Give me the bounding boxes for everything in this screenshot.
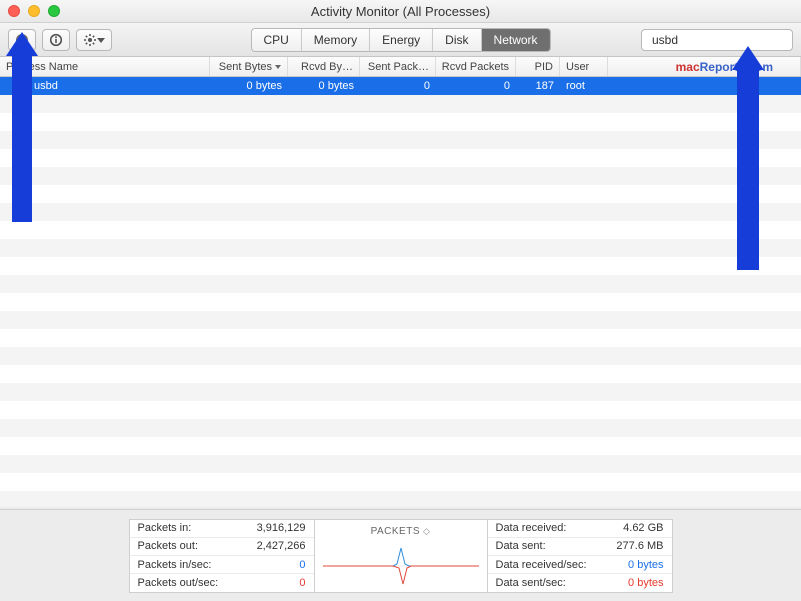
table-row[interactable]	[0, 347, 801, 365]
table-row[interactable]	[0, 95, 801, 113]
summary-row: Data received:4.62 GB	[488, 520, 672, 538]
table-row[interactable]	[0, 437, 801, 455]
table-row[interactable]	[0, 293, 801, 311]
table-row[interactable]	[0, 113, 801, 131]
summary-graph: PACKETS	[315, 519, 487, 593]
window-controls	[8, 5, 60, 17]
summary-row: Data received/sec:0 bytes	[488, 556, 672, 574]
close-window-button[interactable]	[8, 5, 20, 17]
annotation-arrow-right	[732, 46, 764, 270]
tab-disk[interactable]: Disk	[433, 29, 481, 51]
table-row[interactable]	[0, 239, 801, 257]
table-row[interactable]	[0, 401, 801, 419]
summary-row: Packets out/sec:0	[130, 574, 314, 591]
packets-sparkline	[323, 546, 479, 586]
table-row[interactable]	[0, 491, 801, 507]
column-rcvd-packets[interactable]: Rcvd Packets	[436, 57, 516, 76]
summary-row: Data sent:277.6 MB	[488, 538, 672, 556]
table-row[interactable]	[0, 473, 801, 491]
column-sent-packets[interactable]: Sent Pack…	[360, 57, 436, 76]
table-row[interactable]: usbd0 bytes0 bytes00187root	[0, 77, 801, 95]
graph-label[interactable]: PACKETS	[315, 520, 487, 537]
table-row[interactable]	[0, 365, 801, 383]
tab-network[interactable]: Network	[482, 29, 550, 51]
column-user[interactable]: User	[560, 57, 608, 76]
summary-row: Data sent/sec:0 bytes	[488, 574, 672, 591]
summary-row: Packets out:2,427,266	[130, 538, 314, 556]
table-row[interactable]	[0, 257, 801, 275]
table-row[interactable]	[0, 275, 801, 293]
tab-switcher: CPU Memory Energy Disk Network	[250, 28, 550, 52]
table-row[interactable]	[0, 383, 801, 401]
table-row[interactable]	[0, 167, 801, 185]
summary-left: Packets in:3,916,129Packets out:2,427,26…	[129, 519, 315, 593]
tab-energy[interactable]: Energy	[370, 29, 433, 51]
gear-icon	[83, 33, 97, 47]
table-row[interactable]	[0, 455, 801, 473]
table-row[interactable]	[0, 329, 801, 347]
tab-memory[interactable]: Memory	[302, 29, 370, 51]
table-row[interactable]	[0, 221, 801, 239]
toolbar: CPU Memory Energy Disk Network ✕	[0, 23, 801, 57]
annotation-arrow-left	[6, 32, 38, 222]
summary-row: Packets in:3,916,129	[130, 520, 314, 538]
table-row[interactable]	[0, 185, 801, 203]
summary-right: Data received:4.62 GBData sent:277.6 MBD…	[487, 519, 673, 593]
window-title: Activity Monitor (All Processes)	[311, 4, 490, 19]
table-row[interactable]	[0, 131, 801, 149]
summary-row: Packets in/sec:0	[130, 556, 314, 574]
column-rcvd-bytes[interactable]: Rcvd By…	[288, 57, 360, 76]
minimize-window-button[interactable]	[28, 5, 40, 17]
table-row[interactable]	[0, 149, 801, 167]
titlebar: Activity Monitor (All Processes)	[0, 0, 801, 23]
process-table[interactable]: usbd0 bytes0 bytes00187root	[0, 77, 801, 507]
summary-panel: Packets in:3,916,129Packets out:2,427,26…	[0, 509, 801, 601]
column-sent-bytes[interactable]: Sent Bytes	[210, 57, 288, 76]
info-button[interactable]	[42, 29, 70, 51]
tab-cpu[interactable]: CPU	[251, 29, 301, 51]
table-row[interactable]	[0, 311, 801, 329]
table-row[interactable]	[0, 203, 801, 221]
column-pid[interactable]: PID	[516, 57, 560, 76]
settings-button[interactable]	[76, 29, 112, 51]
table-row[interactable]	[0, 419, 801, 437]
search-field[interactable]: ✕	[641, 29, 793, 51]
search-input[interactable]	[652, 33, 801, 47]
chevron-down-icon	[97, 36, 105, 44]
maximize-window-button[interactable]	[48, 5, 60, 17]
